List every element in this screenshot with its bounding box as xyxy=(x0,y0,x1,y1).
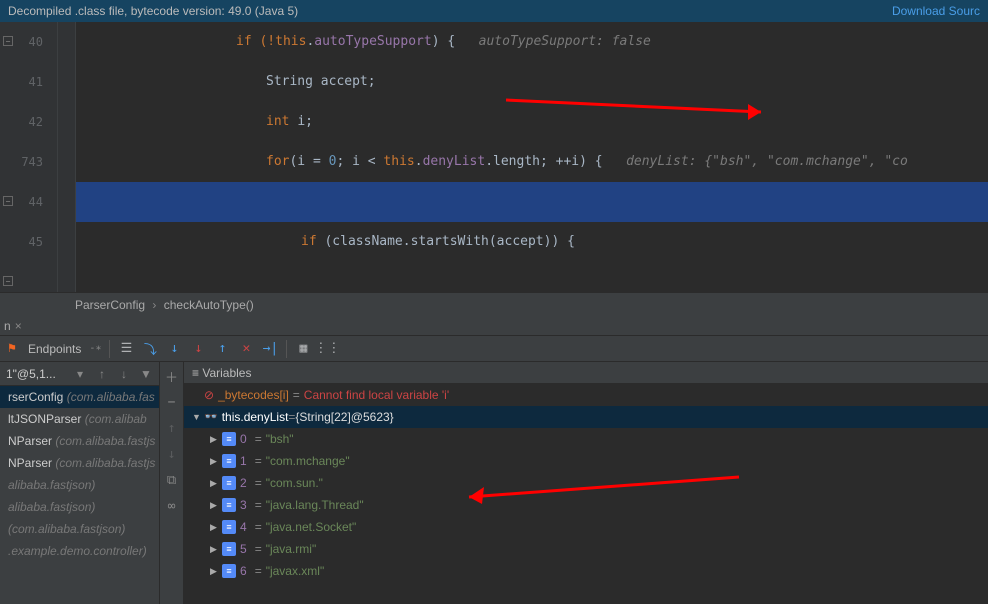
code-line[interactable]: String accept; xyxy=(76,62,988,102)
code-line[interactable]: int i; xyxy=(76,102,988,142)
frames-panel: 1"@5,1... ▾ ↑ ↓ ▼ rserConfig (com.alibab… xyxy=(0,362,160,604)
stack-frame[interactable]: alibaba.fastjson) xyxy=(0,496,159,518)
debug-tab[interactable]: n xyxy=(4,319,11,333)
member-icon: ≡ xyxy=(222,476,236,490)
drop-frame-icon[interactable]: ✕ xyxy=(238,341,254,357)
close-icon[interactable]: × xyxy=(15,319,22,333)
member-icon: ≡ xyxy=(222,564,236,578)
run-to-cursor-icon[interactable]: →| xyxy=(262,341,278,357)
expand-arrow-icon[interactable]: ▶ xyxy=(210,560,222,582)
debug-tab-bar: n× xyxy=(0,316,988,336)
variable-row[interactable]: ▶≡6= "javax.xml" xyxy=(184,560,988,582)
show-frames-icon[interactable]: ☰ xyxy=(118,341,134,357)
execution-line-highlight xyxy=(76,182,988,222)
more-icon[interactable]: ⋮⋮ xyxy=(319,341,335,357)
stack-frame[interactable]: NParser (com.alibaba.fastjs xyxy=(0,452,159,474)
error-icon: ⊘ xyxy=(204,384,214,406)
breadcrumb-class[interactable]: ParserConfig xyxy=(75,298,145,312)
force-step-into-icon[interactable]: ↓ xyxy=(190,341,206,357)
debug-toolbar: ⚑ Endpoints -∗ ☰ ⤵ ↓ ↓ ↑ ✕ →| ▦ ⋮⋮ xyxy=(0,336,988,362)
code-line-current[interactable]: for(i = 0; i < this.denyList.length; ++i… xyxy=(76,142,988,182)
fold-marker-icon[interactable]: − xyxy=(3,36,13,46)
line-number: 743 xyxy=(0,142,43,182)
stack-frame[interactable]: alibaba.fastjson) xyxy=(0,474,159,496)
variable-row-root[interactable]: ▼ 👓 this.denyList = {String[22]@5623} xyxy=(184,406,988,428)
member-icon: ≡ xyxy=(222,520,236,534)
stack-frame[interactable]: rserConfig (com.alibaba.fas xyxy=(0,386,159,408)
variable-row[interactable]: ▶≡1= "com.mchange" xyxy=(184,450,988,472)
stack-frame[interactable]: .example.demo.controller) xyxy=(0,540,159,562)
down-icon-disabled: ↓ xyxy=(164,446,180,462)
line-number: 45 xyxy=(0,222,43,262)
expand-arrow-icon[interactable]: ▶ xyxy=(210,516,222,538)
member-icon: ≡ xyxy=(222,432,236,446)
stack-frame[interactable]: NParser (com.alibaba.fastjs xyxy=(0,430,159,452)
fold-gutter: − − − xyxy=(58,22,76,292)
expand-arrow-icon[interactable]: ▶ xyxy=(210,450,222,472)
step-over-icon[interactable]: ⤵ xyxy=(142,341,158,357)
fold-marker-icon[interactable]: − xyxy=(3,276,13,286)
variables-body[interactable]: ⊘ _bytecodes[i] = Cannot find local vari… xyxy=(184,384,988,604)
frames-header: 1"@5,1... ▾ ↑ ↓ ▼ xyxy=(0,362,159,386)
expand-arrow-icon[interactable]: ▶ xyxy=(210,472,222,494)
step-into-icon[interactable]: ↓ xyxy=(166,341,182,357)
stack-frame[interactable]: ltJSONParser (com.alibab xyxy=(0,408,159,430)
remove-watch-icon[interactable]: − xyxy=(164,394,180,410)
prev-icon[interactable]: ↑ xyxy=(95,367,109,381)
line-number: 41 xyxy=(0,62,43,102)
watch-error-row[interactable]: ⊘ _bytecodes[i] = Cannot find local vari… xyxy=(184,384,988,406)
next-icon[interactable]: ↓ xyxy=(117,367,131,381)
line-number: 42 xyxy=(0,102,43,142)
decompile-banner: Decompiled .class file, bytecode version… xyxy=(0,0,988,22)
thread-selector[interactable]: 1"@5,1... xyxy=(6,367,65,381)
variable-row[interactable]: ▶≡5= "java.rmi" xyxy=(184,538,988,560)
variable-row[interactable]: ▶≡0= "bsh" xyxy=(184,428,988,450)
annotation-arrow xyxy=(276,285,666,292)
up-icon-disabled: ↑ xyxy=(164,420,180,436)
code-line[interactable]: if (!this.autoTypeSupport) { autoTypeSup… xyxy=(76,22,988,62)
endpoints-label: Endpoints xyxy=(28,342,81,356)
download-sources-link[interactable]: Download Sourc xyxy=(892,0,980,22)
member-icon: ≡ xyxy=(222,542,236,556)
line-gutter: 40 41 42 743 44 45 xyxy=(0,22,58,292)
variable-row[interactable]: ▶≡2= "com.sun." xyxy=(184,472,988,494)
endpoints-icon[interactable]: ⚑ xyxy=(4,341,20,357)
watches-icon[interactable]: ∞ xyxy=(164,498,180,514)
evaluate-icon[interactable]: ▦ xyxy=(295,341,311,357)
banner-text: Decompiled .class file, bytecode version… xyxy=(8,0,298,22)
code-line[interactable]: if (className.startsWith(accept)) { xyxy=(76,222,988,262)
add-watch-icon[interactable]: ＋ xyxy=(164,368,180,384)
member-icon: ≡ xyxy=(222,454,236,468)
expand-arrow-icon[interactable]: ▶ xyxy=(210,428,222,450)
copy-icon[interactable]: ⧉ xyxy=(164,472,180,488)
member-icon: ≡ xyxy=(222,498,236,512)
variable-row[interactable]: ▶≡4= "java.net.Socket" xyxy=(184,516,988,538)
breadcrumb[interactable]: ParserConfig › checkAutoType() xyxy=(0,292,988,316)
breadcrumb-method[interactable]: checkAutoType() xyxy=(164,298,254,312)
variable-row[interactable]: ▶≡3= "java.lang.Thread" xyxy=(184,494,988,516)
watch-icon: 👓 xyxy=(204,406,218,428)
breadcrumb-sep-icon: › xyxy=(152,298,156,312)
expand-arrow-icon[interactable]: ▼ xyxy=(192,406,204,428)
debug-lower: 1"@5,1... ▾ ↑ ↓ ▼ rserConfig (com.alibab… xyxy=(0,362,988,604)
expand-arrow-icon[interactable]: ▶ xyxy=(210,494,222,516)
editor[interactable]: 40 41 42 743 44 45 − − − if (!this.autoT… xyxy=(0,22,988,292)
expand-arrow-icon[interactable]: ▶ xyxy=(210,538,222,560)
filter-icon[interactable]: ▼ xyxy=(139,367,153,381)
chevron-down-icon[interactable]: ▾ xyxy=(73,367,87,381)
step-out-icon[interactable]: ↑ xyxy=(214,341,230,357)
variables-header: ≡ Variables xyxy=(184,362,988,384)
variables-panel: ≡ Variables ⊘ _bytecodes[i] = Cannot fin… xyxy=(184,362,988,604)
vars-side-toolbar: ＋ − ↑ ↓ ⧉ ∞ xyxy=(160,362,184,604)
stack-frame[interactable]: (com.alibaba.fastjson) xyxy=(0,518,159,540)
code-body[interactable]: if (!this.autoTypeSupport) { autoTypeSup… xyxy=(76,22,988,292)
fold-marker-icon[interactable]: − xyxy=(3,196,13,206)
